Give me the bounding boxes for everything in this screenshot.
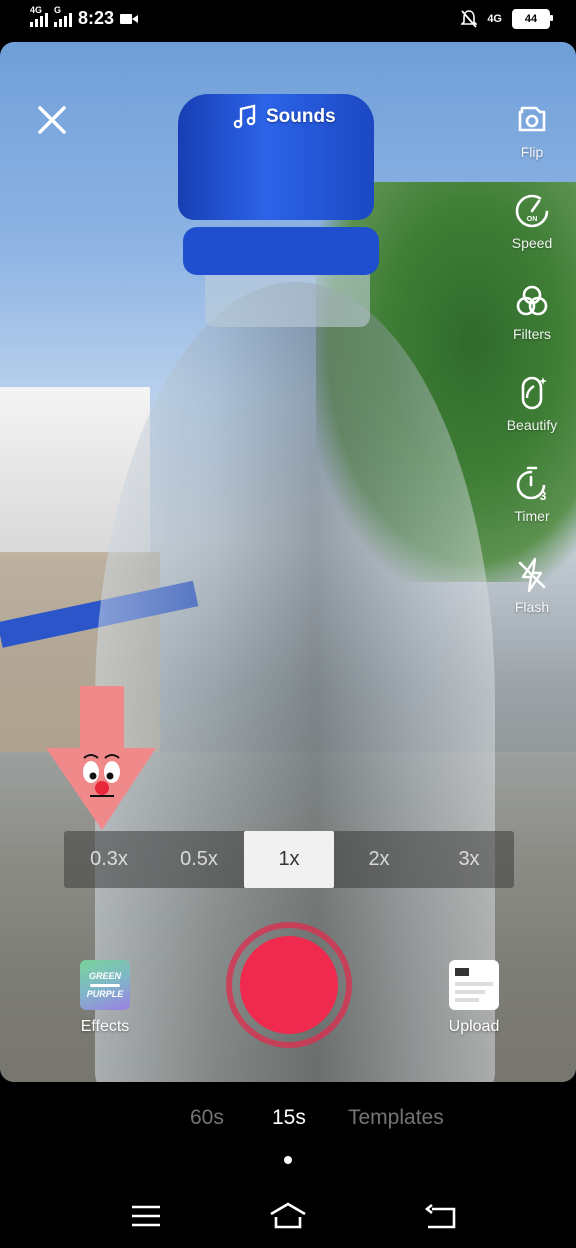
selected-mode-indicator: [284, 1156, 292, 1164]
mode-60s[interactable]: 60s: [190, 1106, 224, 1130]
timer-button[interactable]: 3 Timer: [502, 464, 562, 555]
effects-button[interactable]: GREEN PURPLE Effects: [78, 960, 132, 1036]
speed-option[interactable]: 0.3x: [64, 831, 154, 888]
upload-thumbnail: [449, 960, 499, 1010]
speed-option[interactable]: 3x: [424, 831, 514, 888]
speed-button[interactable]: ON Speed: [502, 191, 562, 282]
tools-sidebar: Flip ON Speed Filters Beautify 3 Timer F…: [502, 100, 562, 646]
battery-icon: 44: [512, 9, 553, 29]
speed-icon: ON: [515, 194, 549, 228]
arrow-sticker: [46, 686, 156, 830]
video-camera-icon: [120, 13, 139, 24]
music-note-icon: [233, 104, 256, 129]
svg-text:ON: ON: [527, 216, 538, 223]
signal-strength-icon-2: G: [54, 5, 72, 27]
flip-camera-icon: [518, 106, 546, 132]
clock: 8:23: [78, 8, 115, 28]
network-type: 4G: [487, 13, 502, 25]
effects-label: Effects: [80, 1018, 130, 1035]
mode-templates[interactable]: Templates: [348, 1106, 444, 1130]
svg-text:3: 3: [540, 489, 547, 503]
speed-option-selected[interactable]: 1x: [244, 831, 334, 888]
mute-bell-icon: [461, 10, 478, 28]
upload-label: Upload: [448, 1018, 500, 1035]
close-icon[interactable]: [32, 100, 72, 140]
signal-strength-icon: 4G: [30, 5, 48, 27]
mode-selector: 60s 15s Templates: [0, 1106, 576, 1140]
home-icon[interactable]: [268, 1200, 308, 1232]
sounds-label: Sounds: [266, 106, 336, 127]
flash-off-icon: [518, 557, 546, 593]
system-nav-bar: [0, 1184, 576, 1248]
beautify-button[interactable]: Beautify: [502, 373, 562, 464]
upload-button[interactable]: Upload: [446, 960, 502, 1036]
mode-15s[interactable]: 15s: [272, 1106, 306, 1130]
effects-thumbnail: GREEN PURPLE: [80, 960, 130, 1010]
filters-icon: [516, 285, 548, 316]
beautify-icon: [521, 376, 547, 410]
camera-viewfinder[interactable]: Sounds Flip ON Speed Filters Beautify 3 …: [0, 42, 576, 1082]
sounds-button[interactable]: Sounds: [232, 104, 336, 130]
back-icon[interactable]: [420, 1200, 460, 1232]
status-bar: 4G G 8:23 4G 44: [0, 0, 576, 42]
timer-icon: 3: [516, 466, 547, 503]
filters-button[interactable]: Filters: [502, 282, 562, 373]
record-button[interactable]: [226, 922, 352, 1048]
speed-selector: 0.3x 0.5x 1x 2x 3x: [64, 831, 514, 888]
menu-icon[interactable]: [126, 1200, 166, 1232]
speed-option[interactable]: 2x: [334, 831, 424, 888]
flash-button[interactable]: Flash: [502, 555, 562, 646]
flip-button[interactable]: Flip: [502, 100, 562, 191]
speed-option[interactable]: 0.5x: [154, 831, 244, 888]
